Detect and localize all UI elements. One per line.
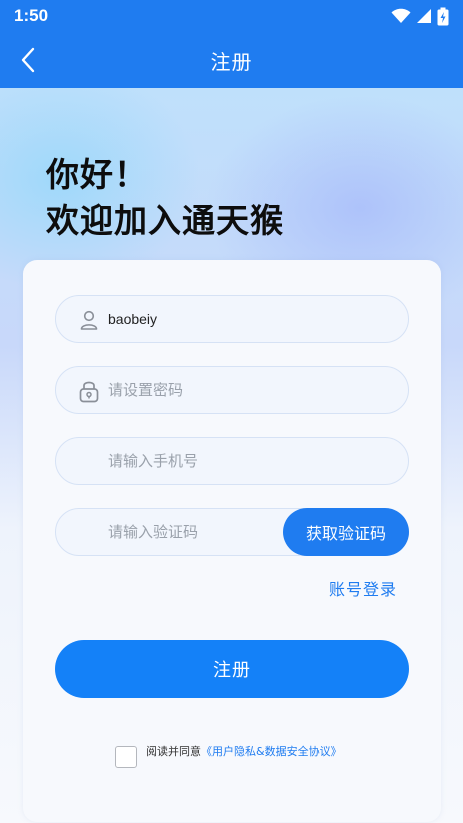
chevron-left-icon (21, 47, 35, 73)
register-button[interactable]: 注册 (55, 640, 409, 698)
nav-bar: 注册 (0, 32, 463, 88)
user-icon (78, 308, 100, 332)
phone-input[interactable] (108, 438, 328, 484)
get-code-button[interactable]: 获取验证码 (283, 508, 409, 556)
privacy-agreement-link[interactable]: 《用户隐私&数据安全协议》 (201, 745, 342, 758)
password-input[interactable] (108, 367, 328, 413)
status-icons (391, 7, 449, 26)
wifi-icon (391, 8, 411, 23)
password-field (55, 366, 409, 414)
agreement-prefix: 阅读并同意 (146, 745, 201, 758)
status-time: 1:50 (14, 6, 49, 25)
phone-field (55, 437, 409, 485)
greeting: 你好！ 欢迎加入通天猴 (46, 152, 284, 244)
code-field: 获取验证码 (55, 508, 409, 556)
register-card: 获取验证码 账号登录 注册 阅读并同意《用户隐私&数据安全协议》 (23, 260, 441, 822)
back-button[interactable] (14, 46, 42, 74)
status-bar: 1:50 (0, 0, 463, 32)
agreement-text: 阅读并同意《用户隐私&数据安全协议》 (146, 745, 342, 759)
username-input[interactable] (108, 296, 328, 342)
greeting-line-2: 欢迎加入通天猴 (46, 201, 284, 240)
battery-charging-icon (437, 7, 449, 25)
agreement-checkbox[interactable] (115, 746, 137, 768)
greeting-line-1: 你好！ (46, 155, 148, 194)
cellular-signal-icon (417, 9, 431, 23)
page-title: 注册 (210, 49, 253, 74)
account-login-link[interactable]: 账号登录 (329, 576, 397, 600)
agreement-row: 阅读并同意《用户隐私&数据安全协议》 (115, 745, 342, 768)
username-field (55, 295, 409, 343)
lock-icon (78, 379, 100, 403)
code-input[interactable] (108, 509, 268, 555)
